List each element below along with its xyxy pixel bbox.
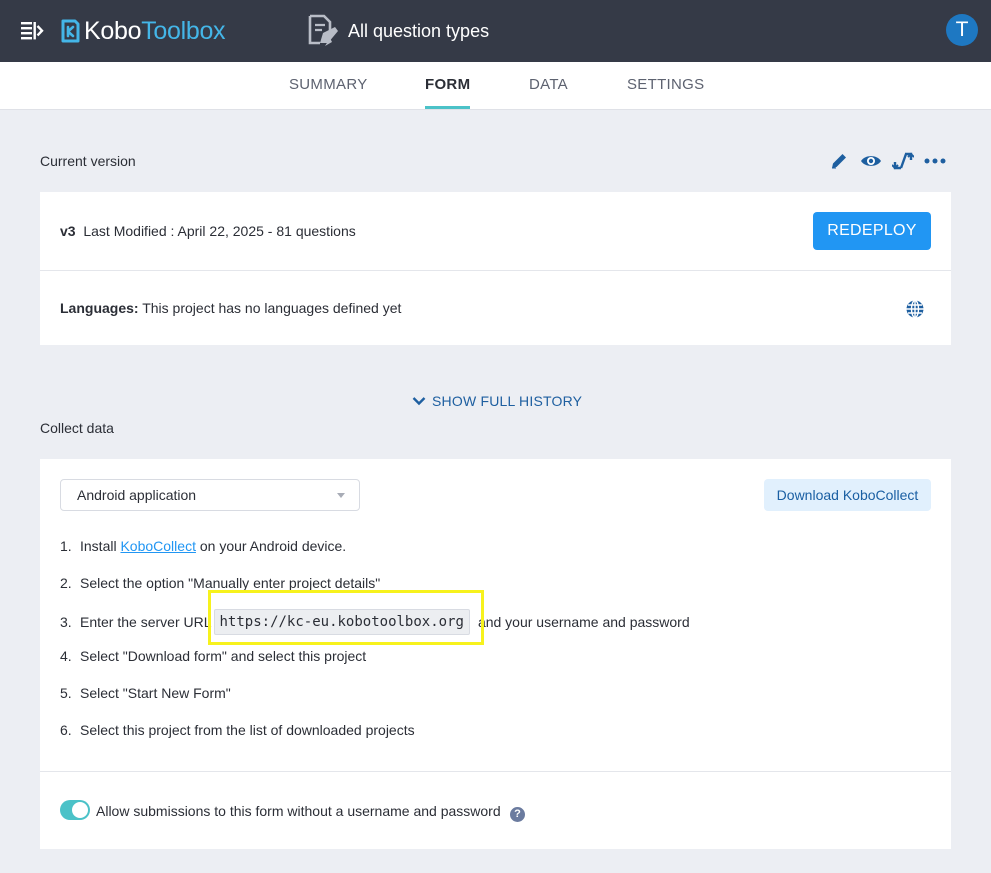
top-bar: KoboToolbox All question types T — [0, 0, 991, 62]
show-full-history-link[interactable]: SHOW FULL HISTORY — [412, 392, 582, 410]
help-question-icon[interactable]: ? — [510, 807, 525, 822]
history-label: SHOW FULL HISTORY — [432, 393, 583, 409]
step-item: 5. Select "Start New Form" — [60, 685, 231, 701]
step-item: 1. Install KoboCollect on your Android d… — [60, 537, 347, 555]
version-number: v3 — [60, 223, 76, 239]
chevron-down-icon — [412, 397, 426, 406]
user-avatar[interactable]: T — [946, 14, 978, 46]
kobocollect-link[interactable]: KoboCollect — [120, 537, 196, 555]
kobotoolbox-logo[interactable]: KoboToolbox — [60, 16, 226, 46]
edit-icon[interactable] — [828, 150, 850, 172]
kobo-logo-icon — [61, 19, 80, 43]
collect-method-value: Android application — [77, 487, 197, 503]
logo-text-toolbox: Toolbox — [141, 16, 226, 45]
languages-label: Languages: — [60, 300, 139, 316]
download-kobocollect-button[interactable]: Download KoboCollect — [764, 479, 931, 511]
project-title: All question types — [348, 21, 490, 41]
tab-settings[interactable]: SETTINGS — [627, 62, 704, 110]
project-tabs: SUMMARY FORM DATA SETTINGS — [0, 62, 991, 110]
tab-summary[interactable]: SUMMARY — [289, 62, 368, 110]
logo-text-kobo: Kobo — [84, 16, 142, 45]
globe-languages-icon[interactable] — [905, 299, 925, 319]
anonymous-submissions-label: Allow submissions to this form without a… — [96, 803, 501, 819]
collect-divider — [40, 771, 951, 772]
languages-text: This project has no languages defined ye… — [142, 300, 402, 316]
step-item: 4. Select "Download form" and select thi… — [60, 648, 367, 664]
caret-down-icon — [337, 493, 345, 498]
menu-toggle-icon[interactable] — [20, 19, 44, 43]
anonymous-submissions-toggle[interactable] — [60, 800, 90, 820]
preview-eye-icon[interactable] — [860, 150, 882, 172]
deployed-form-icon — [306, 13, 340, 49]
step-item: 6. Select this project from the list of … — [60, 722, 415, 738]
card-divider — [40, 270, 951, 271]
collect-method-select[interactable]: Android application — [60, 479, 360, 511]
last-modified-text: Last Modified : April 22, 2025 - 81 ques… — [83, 223, 356, 239]
redeploy-button[interactable]: REDEPLOY — [813, 212, 931, 250]
tab-form[interactable]: FORM — [425, 62, 471, 109]
toggle-knob — [72, 802, 88, 818]
step-item: 3. Enter the server URL https://kc-eu.ko… — [60, 609, 690, 635]
languages-info: Languages: This project has no languages… — [60, 300, 401, 316]
replace-form-icon[interactable] — [892, 150, 914, 172]
step-item: 2. Select the option "Manually enter pro… — [60, 575, 381, 591]
collect-data-heading: Collect data — [40, 420, 114, 436]
server-url-code[interactable]: https://kc-eu.kobotoolbox.org — [213, 609, 470, 635]
current-version-heading: Current version — [40, 153, 136, 169]
tab-data[interactable]: DATA — [529, 62, 568, 110]
more-options-icon[interactable] — [924, 150, 946, 172]
version-info: v3 Last Modified : April 22, 2025 - 81 q… — [60, 223, 356, 239]
